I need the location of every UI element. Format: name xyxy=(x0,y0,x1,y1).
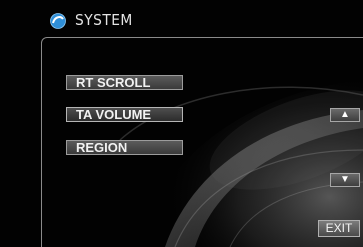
scroll-down-button[interactable]: ▼ xyxy=(330,173,360,187)
region-button[interactable]: REGION xyxy=(66,140,183,155)
arrow-down-icon: ▼ xyxy=(340,174,350,185)
arrow-up-icon: ▲ xyxy=(340,109,350,120)
system-menu-screen: SYSTEM RT SCROLL TA VOLUME REGION ▲ ▼ EX… xyxy=(0,0,363,247)
page-title: SYSTEM xyxy=(75,11,133,29)
ta-volume-button[interactable]: TA VOLUME xyxy=(66,107,183,122)
scroll-up-button[interactable]: ▲ xyxy=(330,108,360,122)
exit-button[interactable]: EXIT xyxy=(318,220,360,237)
system-logo-icon xyxy=(50,13,66,29)
rt-scroll-button[interactable]: RT SCROLL xyxy=(66,75,183,90)
